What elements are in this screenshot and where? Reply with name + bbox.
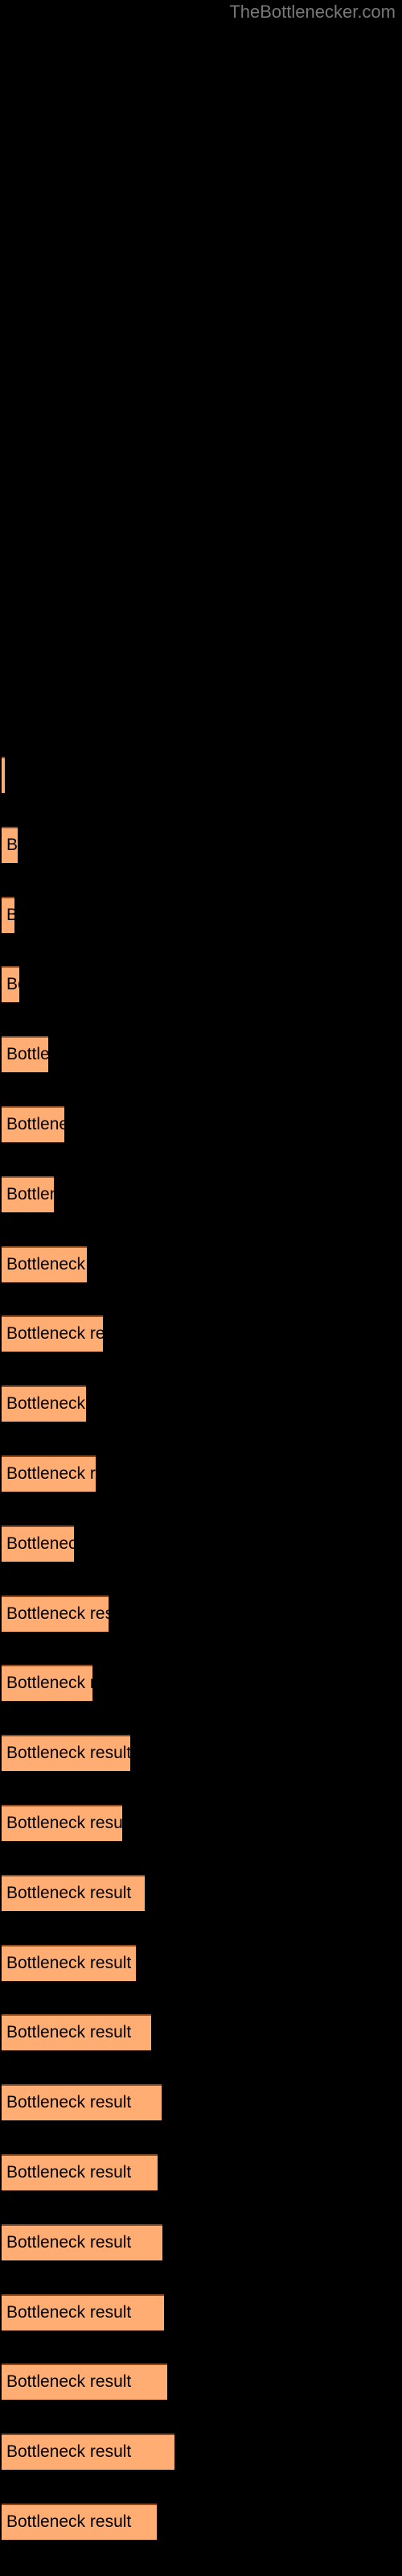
bar-label: Bottleneck result xyxy=(6,2093,132,2112)
bar-label: Bottleneck result xyxy=(6,1045,48,1063)
bar-label: Bottleneck result xyxy=(6,906,14,924)
bar-label: Bottleneck result xyxy=(6,2512,132,2531)
bar-label: Bottleneck result xyxy=(6,1814,122,1832)
bar-row: Bottleneck result xyxy=(0,1176,402,1212)
bar-row: Bottleneck result xyxy=(0,1106,402,1142)
bar-row: Bottleneck result xyxy=(0,2014,402,2050)
bar-label: Bottleneck result xyxy=(6,1394,86,1413)
bar-label: Bottleneck result xyxy=(6,1115,64,1133)
bar-label-clip: Bottleneck result xyxy=(2,1596,109,1632)
bar-row: Bottleneck result xyxy=(0,2224,402,2260)
bar-label: Bottleneck result xyxy=(6,1674,92,1692)
bar-label-clip: Bottleneck result xyxy=(2,2084,162,2120)
bar-label-clip: Bottleneck result xyxy=(2,2294,164,2330)
bar-label: Bottleneck result xyxy=(6,1954,132,1972)
bar-label: Bottleneck result xyxy=(6,1324,103,1343)
bar-label-clip: Bottleneck result xyxy=(2,1945,136,1981)
bar-label: Bottleneck result xyxy=(6,2023,132,2041)
bar-row: Bottleneck result xyxy=(0,1665,402,1701)
bar-row: Bottleneck result xyxy=(0,1455,402,1492)
bar-label-clip: Bottleneck result xyxy=(2,2504,157,2540)
bar-label-clip: Bottleneck result xyxy=(2,2363,167,2400)
bar-label: Bottleneck result xyxy=(6,1884,132,1902)
site-watermark: TheBottlenecker.com xyxy=(229,2,396,22)
bar-label-clip: Bottleneck result xyxy=(2,1385,86,1422)
bar-label: Bottleneck result xyxy=(6,1185,54,1203)
bar-label: Bottleneck result xyxy=(6,2303,132,2322)
bar-label-clip: Bottleneck result xyxy=(2,2434,174,2470)
bar-label-clip: Bottleneck result xyxy=(2,757,5,793)
bar-label-clip: Bottleneck result xyxy=(2,1106,64,1142)
bar-label-clip: Bottleneck result xyxy=(2,2154,158,2190)
bar-label-clip: Bottleneck result xyxy=(2,1176,54,1212)
bar-row: Bottleneck result xyxy=(0,1525,402,1562)
bar-label-clip: Bottleneck result xyxy=(2,1315,103,1352)
bar-row: Bottleneck result xyxy=(0,2154,402,2190)
bar-label: Bottleneck result xyxy=(6,836,18,854)
bar-label: Bottleneck result xyxy=(6,1604,109,1623)
bar-label: Bottleneck result xyxy=(6,1744,130,1762)
bar-label-clip: Bottleneck result xyxy=(2,1805,122,1841)
bar-label-clip: Bottleneck result xyxy=(2,1875,145,1911)
bar-label: Bottleneck result xyxy=(6,2372,132,2391)
bar-label-clip: Bottleneck result xyxy=(2,2014,151,2050)
bar-row: Bottleneck result xyxy=(0,1036,402,1072)
bar-label-clip: Bottleneck result xyxy=(2,1525,74,1562)
bar-row: Bottleneck result xyxy=(0,966,402,1002)
bar-label-clip: Bottleneck result xyxy=(2,1735,130,1771)
bar-label: Bottleneck result xyxy=(6,2233,132,2252)
bottleneck-bar-chart: Bottleneck result Bottleneck result Bottle… xyxy=(0,0,402,2576)
bar-label-clip: Bottleneck result xyxy=(2,1455,96,1492)
bar-row: Bottleneck result xyxy=(0,897,402,933)
bar-label: Bottleneck result xyxy=(6,975,19,993)
bar-row: Bottleneck result xyxy=(0,2363,402,2400)
bar-row: Bottleneck result xyxy=(0,1385,402,1422)
bar-row: Bottleneck result xyxy=(0,2434,402,2470)
bar-label-clip: Bottleneck result xyxy=(2,897,14,933)
bar-label: Bottleneck result xyxy=(6,1255,87,1274)
bar-label-clip: Bottleneck result xyxy=(2,1246,87,1282)
bar-row: Bottleneck result xyxy=(0,757,402,793)
bar-label: Bottleneck result xyxy=(6,1534,74,1553)
bar-row: Bottleneck result xyxy=(0,827,402,863)
bar-row: Bottleneck result xyxy=(0,2294,402,2330)
bar-row: Bottleneck result xyxy=(0,1875,402,1911)
bar-row: Bottleneck result xyxy=(0,1735,402,1771)
bar-row: Bottleneck result xyxy=(0,1596,402,1632)
bar-label: Bottleneck result xyxy=(6,2163,132,2182)
bar-label: Bottleneck result xyxy=(6,1464,96,1483)
bar-label-clip: Bottleneck result xyxy=(2,2224,162,2260)
bar-row: Bottleneck result xyxy=(0,1315,402,1352)
bar-row: Bottleneck result xyxy=(0,1805,402,1841)
bar-label-clip: Bottleneck result xyxy=(2,1665,92,1701)
bar-label-clip: Bottleneck result xyxy=(2,827,18,863)
bar-label-clip: Bottleneck result xyxy=(2,966,19,1002)
bar-row: Bottleneck result xyxy=(0,1945,402,1981)
bar-label: Bottleneck result xyxy=(6,2442,132,2461)
bar-label-clip: Bottleneck result xyxy=(2,1036,48,1072)
bar-row: Bottleneck result xyxy=(0,2084,402,2120)
bar-row: Bottleneck result xyxy=(0,1246,402,1282)
bar-row: Bottleneck result xyxy=(0,2504,402,2540)
